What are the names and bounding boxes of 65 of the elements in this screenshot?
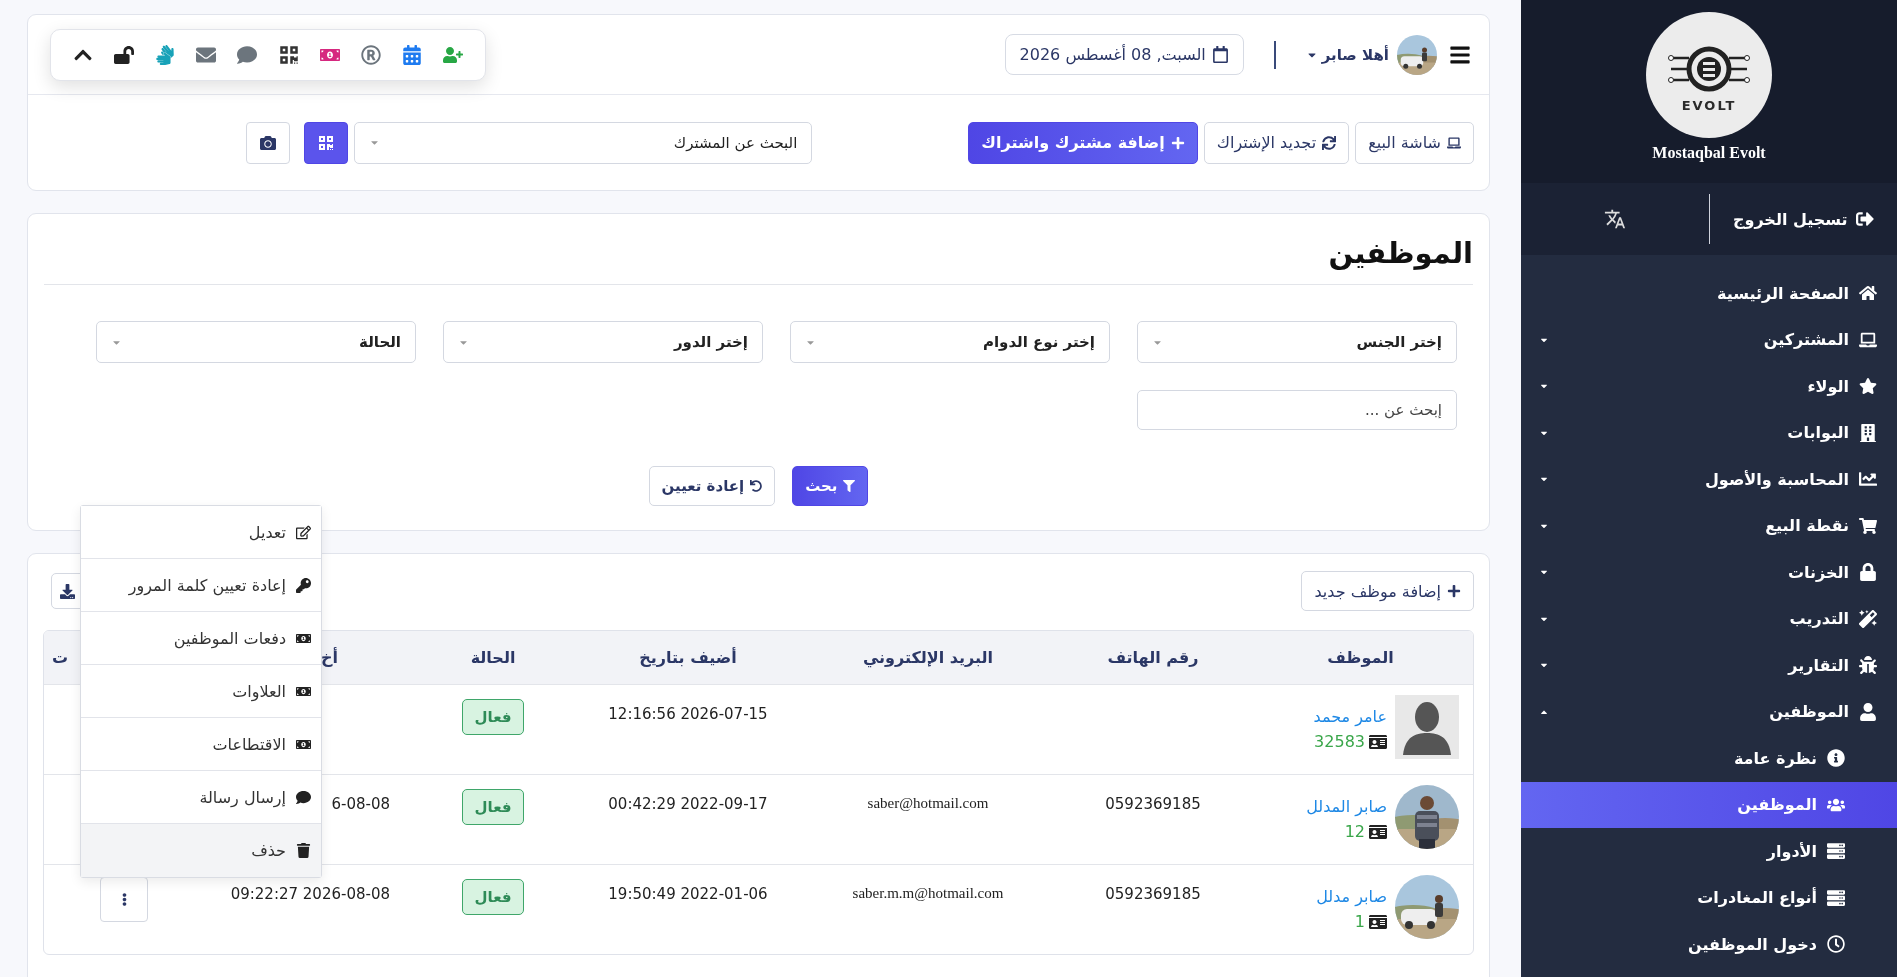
action-button[interactable]: تجديد الإشتراك xyxy=(1203,121,1350,164)
sidebar-subitem[interactable]: أنواع المغادرات xyxy=(1521,874,1897,921)
column-header: الموظف xyxy=(1327,648,1394,667)
menu-item[interactable]: إعادة تعيين كلمة المرور xyxy=(81,559,321,612)
sidebar-item[interactable]: المشتركين xyxy=(1521,316,1897,363)
date-cell: 2026-08-08 09:22:27 xyxy=(230,885,390,903)
sidebar-item[interactable]: الخزنات xyxy=(1521,549,1897,596)
phone-cell-text: 0592369185 xyxy=(1104,884,1202,905)
email-cell-text: saber.m.m@hotmail.com xyxy=(851,884,1005,903)
date-cell: 6-08-08 xyxy=(331,795,390,813)
sidebar-item[interactable]: نقطة البيع xyxy=(1521,502,1897,549)
add-employee-button[interactable]: إضافة موظف جديد xyxy=(1301,571,1474,611)
email-cell-text: saber@hotmail.com xyxy=(866,794,990,813)
menu-item[interactable]: الاقتطاعات xyxy=(81,718,321,771)
column-header: أضيف بتاريخ xyxy=(639,648,737,667)
logout-link[interactable]: تسجيل الخروج xyxy=(1709,209,1897,229)
page-title: الموظفين xyxy=(1327,235,1473,272)
filter-select[interactable]: إختر نوع الدوام xyxy=(790,321,1110,363)
sidebar-subitem[interactable]: دخول الموظفين xyxy=(1521,921,1897,968)
sidebar-item[interactable]: الولاء xyxy=(1521,363,1897,410)
employee-id: 12 xyxy=(1344,822,1365,841)
search-field[interactable]: إبحث عن ... xyxy=(1137,390,1457,430)
sidebar-subitem[interactable]: نظرة عامة xyxy=(1521,735,1897,782)
status-badge: فعال xyxy=(461,699,525,735)
column-header: رقم الهاتف xyxy=(1107,648,1199,667)
phone-cell-text: 0592369185 xyxy=(1104,794,1202,815)
sidebar-item[interactable]: الموظفين xyxy=(1521,688,1897,735)
date-cell-text: 2022-01-06 19:50:49 xyxy=(607,884,769,905)
status-badge: فعال xyxy=(461,789,525,825)
filter-select[interactable]: إختر الدور xyxy=(443,321,763,363)
filter-select[interactable]: الحالة xyxy=(96,321,416,363)
reset-button[interactable]: إعادة تعيين xyxy=(648,466,776,506)
sidebar-subitem[interactable]: الأدوار xyxy=(1521,828,1897,875)
employee-id: 32583 xyxy=(1314,732,1365,751)
sidebar-item[interactable]: البوابات xyxy=(1521,409,1897,456)
date-text: السبت, 08 أغسطس 2026 xyxy=(1019,45,1206,64)
sidebar-item[interactable]: التدريب xyxy=(1521,595,1897,642)
filter-select[interactable]: إختر الجنس xyxy=(1137,321,1457,363)
employee-name[interactable]: عامر محمد xyxy=(1313,707,1387,726)
menu-item[interactable]: إرسال رسالة xyxy=(81,771,321,824)
action-button[interactable]: شاشة البيع xyxy=(1355,121,1474,164)
sidebar-item[interactable]: المحاسبة والأصول xyxy=(1521,456,1897,503)
logo-text: EVOLT xyxy=(1681,97,1737,113)
search-button[interactable]: بحث xyxy=(792,466,869,506)
sidebar-item[interactable]: الصفحة الرئيسية xyxy=(1521,270,1897,317)
action-button[interactable]: إضافة مشترك واشتراك xyxy=(968,121,1198,164)
sidebar-subitem[interactable]: الموظفين xyxy=(1521,781,1897,828)
column-header: الحالة xyxy=(470,648,516,667)
column-header: ت xyxy=(52,648,69,667)
menu-item[interactable]: حذف xyxy=(81,824,321,877)
column-header: البريد الإلكتروني xyxy=(862,648,994,667)
menu-item[interactable]: العلاوات xyxy=(81,665,321,718)
employee-name[interactable]: صابر مدلل xyxy=(1316,887,1387,906)
user-menu[interactable]: أهلا صابر xyxy=(1305,45,1389,64)
subscriber-select[interactable]: البحث عن المشترك xyxy=(354,121,813,164)
employee-id: 1 xyxy=(1354,912,1365,931)
column-header: أخ xyxy=(321,648,338,667)
date-cell-text: 2022-09-17 00:42:29 xyxy=(607,794,769,815)
menu-item[interactable]: دفعات الموظفين xyxy=(81,612,321,665)
menu-item[interactable]: تعديل xyxy=(81,506,321,559)
status-badge: فعال xyxy=(461,879,525,915)
sidebar-item[interactable]: التقارير xyxy=(1521,642,1897,689)
date-cell-text: 2026-07-15 12:16:56 xyxy=(607,704,769,725)
brand-name: Mostaqbal Evolt xyxy=(1652,144,1766,162)
employee-name[interactable]: صابر المدلل xyxy=(1306,797,1387,816)
